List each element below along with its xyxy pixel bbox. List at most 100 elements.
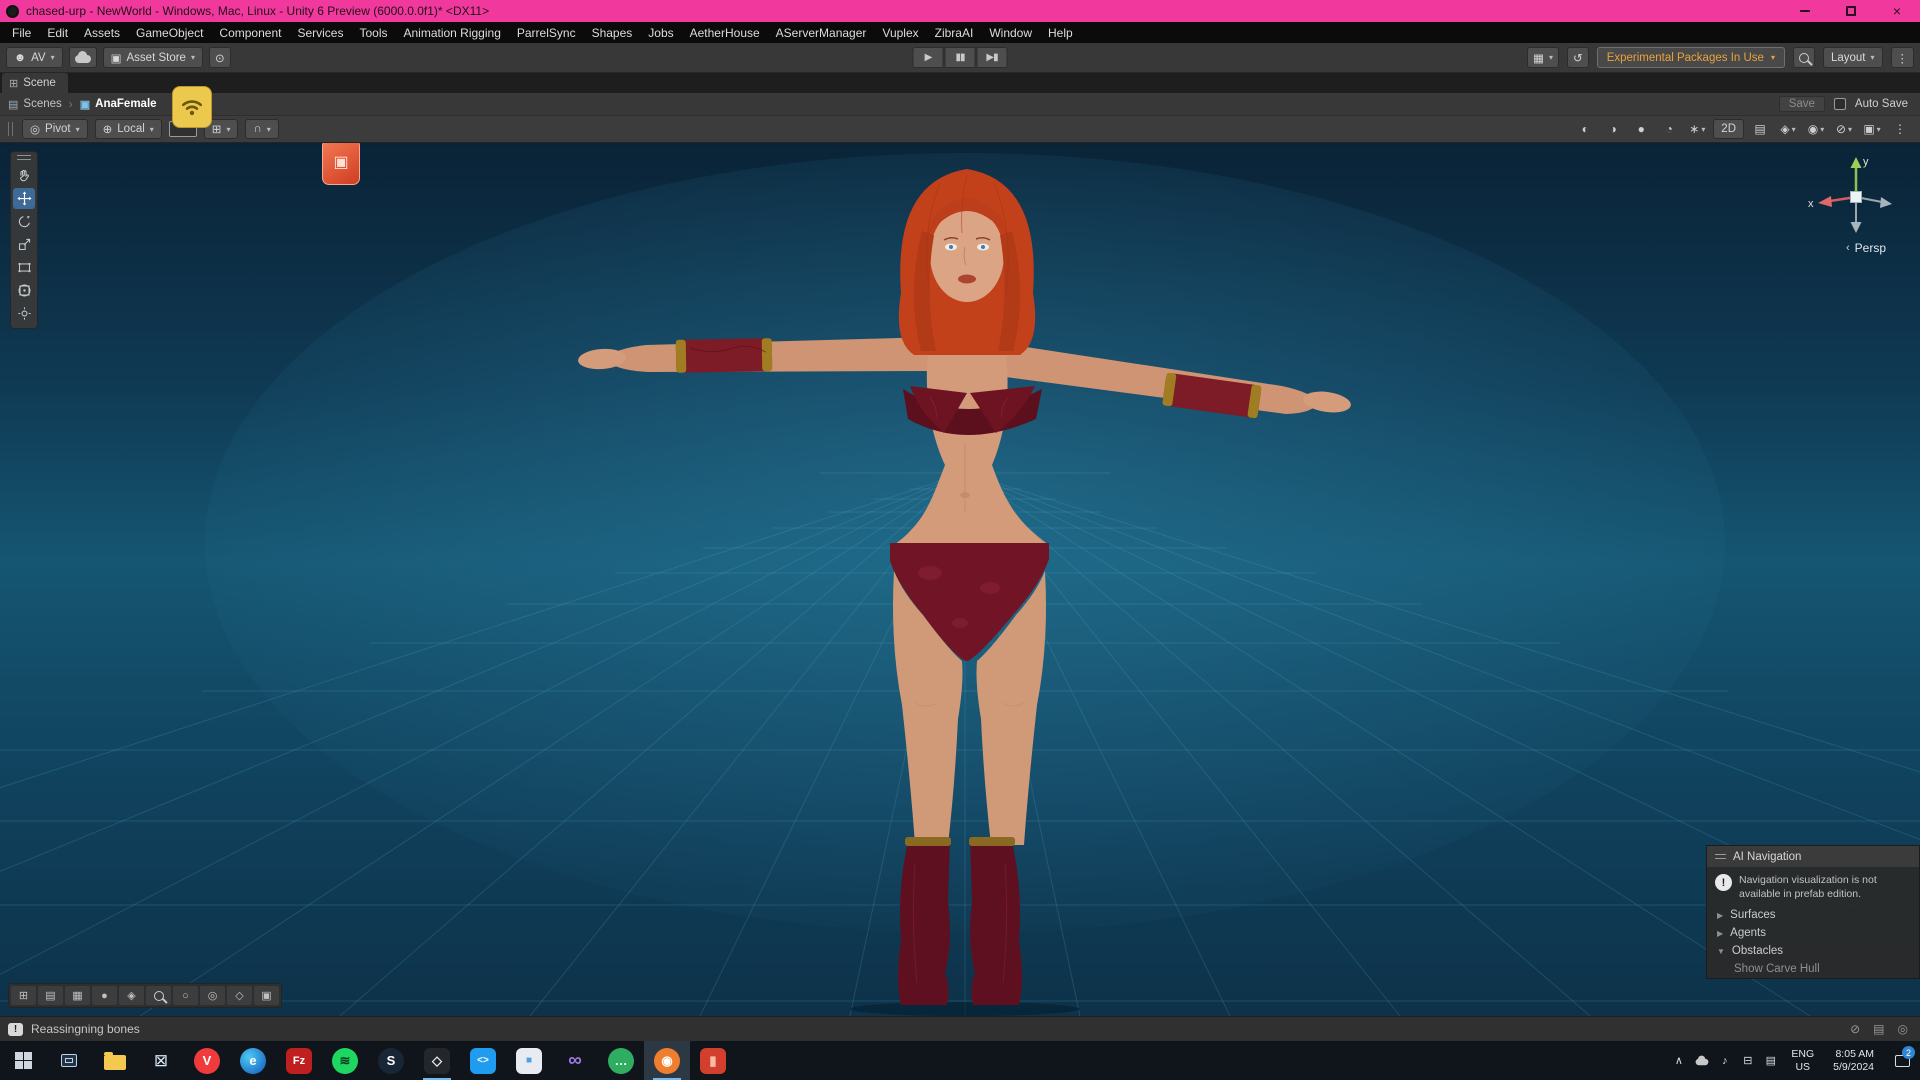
dragged-asset-badge[interactable]: ▣ <box>322 139 360 185</box>
menu-parrelsync[interactable]: ParrelSync <box>509 22 584 43</box>
move-tool-button[interactable] <box>13 188 35 209</box>
orientation-gizmo[interactable]: y x <box>1804 149 1900 245</box>
handle-space-dropdown[interactable]: ⊕ Local ▾ <box>95 119 162 139</box>
ai-nav-show-carve-hull[interactable]: Show Carve Hull <box>1707 960 1919 978</box>
visual-studio-button[interactable]: ∞ <box>552 1041 598 1080</box>
more-options-button[interactable]: ⋮ <box>1891 47 1915 68</box>
save-button[interactable]: Save <box>1779 96 1825 112</box>
language-indicator[interactable]: ENG US <box>1782 1048 1823 1073</box>
bell-muted-icon[interactable]: ⊘ <box>1850 1022 1860 1036</box>
ai-nav-agents[interactable]: ▶ Agents <box>1707 924 1919 942</box>
character-model[interactable] <box>0 143 1920 1016</box>
edge-button[interactable]: e <box>230 1041 276 1080</box>
projection-toggle[interactable]: ‹ Persp <box>1846 241 1886 255</box>
ai-nav-obstacles[interactable]: ▼ Obstacles <box>1707 942 1919 960</box>
toggle-2d-button[interactable]: 2D <box>1713 119 1744 139</box>
view-tool-button[interactable] <box>13 165 35 186</box>
unity-editor-button[interactable]: ◇ <box>414 1041 460 1080</box>
camera-settings-dropdown[interactable]: ▣ ▾ <box>1860 119 1884 139</box>
overlay-menu-icon[interactable]: ▤ <box>38 986 63 1005</box>
steam-button[interactable]: S <box>368 1041 414 1080</box>
close-button[interactable]: × <box>1874 0 1920 22</box>
account-dropdown[interactable]: ☻ AV ▾ <box>6 47 63 68</box>
menu-assets[interactable]: Assets <box>76 22 128 43</box>
menu-gameobject[interactable]: GameObject <box>128 22 211 43</box>
menu-services[interactable]: Services <box>289 22 351 43</box>
scene-visibility-dropdown[interactable]: ◉ ▾ <box>1804 119 1828 139</box>
step-button[interactable]: ▶▮ <box>977 47 1008 68</box>
filezilla-button[interactable]: Fz <box>276 1041 322 1080</box>
vivaldi-button[interactable]: V <box>184 1041 230 1080</box>
clock[interactable]: 8:05 AM 5/9/2024 <box>1823 1048 1884 1073</box>
asset-store-dropdown[interactable]: ▣ Asset Store ▾ <box>103 47 203 68</box>
drag-handle-icon[interactable] <box>8 122 13 136</box>
spotify-button[interactable]: ≋ <box>322 1041 368 1080</box>
console-icon[interactable]: ▤ <box>1873 1022 1884 1036</box>
orientation-overlay-icon[interactable]: ◇ <box>227 986 252 1005</box>
tab-scene[interactable]: ⊞ Scene <box>2 73 68 93</box>
drag-handle-icon[interactable] <box>17 155 31 160</box>
volume-tray-button[interactable]: ♪ <box>1713 1041 1736 1080</box>
autosave-checkbox[interactable] <box>1834 98 1846 110</box>
ai-nav-surfaces[interactable]: ▶ Surfaces <box>1707 906 1919 924</box>
scale-tool-button[interactable] <box>13 234 35 255</box>
menu-file[interactable]: File <box>4 22 39 43</box>
components-overlay-icon[interactable]: ◈ <box>119 986 144 1005</box>
search-button[interactable] <box>1793 47 1815 68</box>
cloud-button[interactable] <box>69 47 97 68</box>
hidden-icons-button[interactable]: ∧ <box>1667 1041 1690 1080</box>
blender-button[interactable]: ◉ <box>644 1041 690 1080</box>
mail-button[interactable]: ⊠ <box>138 1041 184 1080</box>
custom-tool-button[interactable] <box>13 303 35 324</box>
skybox-toggle[interactable]: ● <box>1629 119 1653 139</box>
menu-vuplex[interactable]: Vuplex <box>874 22 926 43</box>
breadcrumb-anafemale[interactable]: ▣ AnaFemale <box>80 98 157 111</box>
menu-shapes[interactable]: Shapes <box>584 22 641 43</box>
undo-history-button[interactable]: ↺ <box>1567 47 1589 68</box>
start-button[interactable] <box>0 1041 46 1080</box>
menu-zibraai[interactable]: ZibraAI <box>927 22 982 43</box>
hidden-objects-dropdown[interactable]: ⊘ ▾ <box>1832 119 1856 139</box>
package-manager-button[interactable]: ⊙ <box>209 47 231 68</box>
menu-jobs[interactable]: Jobs <box>640 22 681 43</box>
shading-sphere-icon[interactable]: ● <box>92 986 117 1005</box>
snap-increment-dropdown[interactable]: ∩ ▾ <box>245 119 278 139</box>
pause-button[interactable]: ▮▮ <box>945 47 976 68</box>
layout-dropdown[interactable]: Layout ▾ <box>1823 47 1883 68</box>
signal-overlay-badge[interactable] <box>172 86 212 128</box>
sync-status-icon[interactable]: ◎ <box>1898 1022 1908 1036</box>
effects-dropdown[interactable]: ∗ ▾ <box>1685 119 1709 139</box>
rect-tool-button[interactable] <box>13 257 35 278</box>
capture-overlay-icon[interactable]: ▣ <box>254 986 279 1005</box>
multi-window-dropdown[interactable]: ▦ ▾ <box>1527 47 1559 68</box>
snap-settings-icon[interactable]: ⊞ <box>11 986 36 1005</box>
search-overlay-button[interactable] <box>146 986 171 1005</box>
gizmos-dropdown[interactable]: ◈ ▾ <box>1776 119 1800 139</box>
vscode-button[interactable]: <> <box>460 1041 506 1080</box>
play-button[interactable]: ▶ <box>913 47 944 68</box>
breadcrumb-scenes[interactable]: ▤ Scenes <box>8 98 62 111</box>
maximize-button[interactable] <box>1828 0 1874 22</box>
scene-viewport[interactable]: y x ‹ Persp AI Navigation ! Navigation v… <box>0 143 1920 1016</box>
menu-aetherhouse[interactable]: AetherHouse <box>682 22 768 43</box>
onedrive-tray-button[interactable] <box>1690 1041 1713 1080</box>
menu-component[interactable]: Component <box>211 22 289 43</box>
messaging-button[interactable]: … <box>598 1041 644 1080</box>
audio-toggle[interactable]: ◔ <box>1657 119 1681 139</box>
experimental-packages-button[interactable]: Experimental Packages In Use ▾ <box>1597 47 1785 68</box>
ai-navigation-header[interactable]: AI Navigation <box>1707 846 1919 867</box>
move-overlay-icon[interactable]: ○ <box>173 986 198 1005</box>
task-view-button[interactable] <box>46 1041 92 1080</box>
red-cube-app-button[interactable]: ▮ <box>690 1041 736 1080</box>
grid-visibility-icon[interactable]: ▦ <box>65 986 90 1005</box>
minimize-button[interactable] <box>1782 0 1828 22</box>
file-explorer-button[interactable] <box>92 1041 138 1080</box>
network-tray-button[interactable]: ⊟ <box>1736 1041 1759 1080</box>
keyboard-tray-button[interactable]: ▤ <box>1759 1041 1782 1080</box>
paint-overlay-icon[interactable]: ◎ <box>200 986 225 1005</box>
photos-button[interactable]: ■ <box>506 1041 552 1080</box>
action-center-button[interactable]: 2 <box>1884 1041 1920 1080</box>
menu-window[interactable]: Window <box>981 22 1040 43</box>
status-message-icon[interactable]: ! <box>8 1023 23 1036</box>
overflow-menu-button[interactable]: ⋮ <box>1888 119 1912 139</box>
